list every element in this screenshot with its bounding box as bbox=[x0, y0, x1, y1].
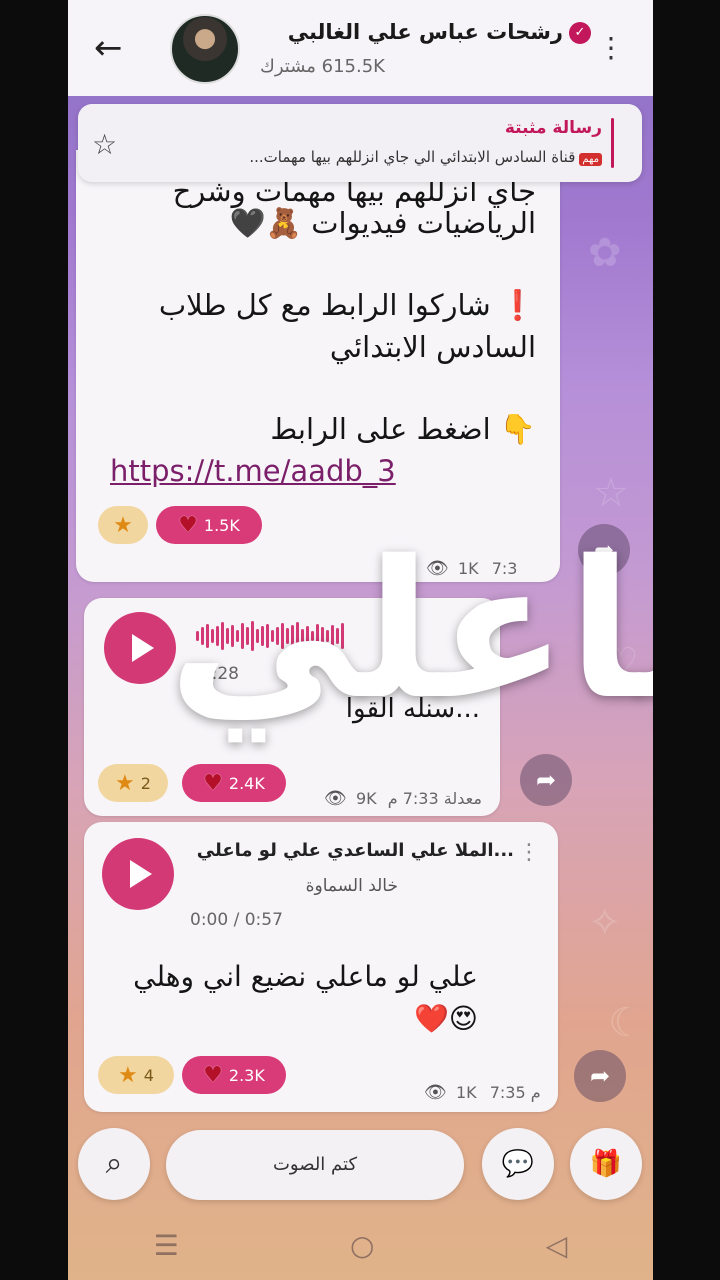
message-text-line: السادس الابتدائي bbox=[329, 330, 536, 364]
gift-button[interactable]: 🎁 bbox=[570, 1128, 642, 1200]
menu-dots-icon[interactable]: ⋮ bbox=[597, 30, 625, 66]
heart-reaction[interactable]: ♥ 2.3K bbox=[182, 1056, 286, 1094]
view-count: 9K bbox=[355, 789, 377, 808]
heart-icon: ♥ bbox=[203, 1062, 223, 1088]
comments-button[interactable]: 💬 bbox=[482, 1128, 554, 1200]
recents-icon[interactable]: ☰ bbox=[154, 1229, 179, 1262]
star-reaction[interactable]: ★ 2 bbox=[98, 764, 168, 802]
search-icon: ⌕ bbox=[105, 1146, 123, 1181]
message-bubble-3[interactable]: ...الملا علي الساعدي علي لو ماعلي ⋮ خالد… bbox=[84, 822, 558, 1112]
chat-header: ← ✓ رشحات عباس علي الغالبي 615.5K مشترك ⋮ bbox=[68, 0, 653, 96]
more-options-icon[interactable]: ⋮ bbox=[518, 840, 540, 865]
message-text-line: علي لو ماعلي نضيع اني وهلي bbox=[133, 960, 478, 993]
reaction-count: 2 bbox=[140, 773, 151, 793]
message-time: 7:35 م bbox=[489, 1083, 541, 1102]
moon-doodle-icon: ☾ bbox=[608, 1000, 644, 1046]
pinned-preview: قناة السادس الابتدائي الي جاي انزللهم بي… bbox=[249, 148, 576, 166]
pinned-label: رسالة مثبتة bbox=[504, 118, 602, 138]
share-icon: ➦ bbox=[589, 1062, 611, 1090]
subscriber-count: 615.5K مشترك bbox=[260, 56, 385, 77]
message-text-line: الرياضيات فيديوات 🧸🖤 bbox=[229, 206, 536, 240]
pinned-indicator-bar bbox=[611, 118, 614, 168]
message-text-line: ❗️ شاركوا الرابط مع كل طلاب bbox=[158, 288, 536, 322]
pinned-message-banner[interactable]: رسالة مثبتة مهمقناة السادس الابتدائي الي… bbox=[78, 104, 642, 182]
reaction-count: 4 bbox=[143, 1065, 154, 1085]
comment-icon: 💬 bbox=[501, 1149, 535, 1179]
audio-title: ...الملا علي الساعدي علي لو ماعلي bbox=[196, 840, 514, 861]
audio-progress: 0:00 / 0:57 bbox=[190, 910, 283, 930]
mute-button[interactable]: كتم الصوت bbox=[166, 1130, 464, 1200]
right-black-border bbox=[653, 0, 720, 1280]
pinned-list-icon[interactable]: ☆ bbox=[92, 128, 117, 161]
reaction-count: 2.3K bbox=[228, 1065, 265, 1085]
message-time: معدلة 7:33 م bbox=[387, 789, 482, 808]
share-button[interactable]: ➦ bbox=[574, 1050, 626, 1102]
message-bubble-1[interactable]: جاي انزللهم بيها مهمات وشرح الرياضيات في… bbox=[76, 150, 560, 582]
search-button[interactable]: ⌕ bbox=[78, 1128, 150, 1200]
chat-screen: ✿ ☆ ♡ ✧ ☾ جاي انزللهم بيها مهمات وشرح ال… bbox=[68, 0, 653, 1280]
star-icon: ★ bbox=[113, 512, 133, 538]
leaf-doodle-icon: ✿ bbox=[588, 230, 622, 276]
pinned-text: مهمقناة السادس الابتدائي الي جاي انزللهم… bbox=[152, 148, 602, 166]
channel-link[interactable]: https://t.me/aadb_3 bbox=[110, 454, 396, 488]
heart-icon: ♥ bbox=[203, 770, 223, 796]
eye-icon: 👁 bbox=[424, 1082, 447, 1103]
system-navbar: ☰ ○ ◁ bbox=[68, 1210, 653, 1280]
share-button[interactable]: ➦ bbox=[520, 754, 572, 806]
important-tag: مهم bbox=[579, 153, 602, 166]
star-reaction[interactable]: ★ 4 bbox=[98, 1056, 174, 1094]
audio-artist: خالد السماوة bbox=[305, 876, 398, 896]
message-meta: 👁 9K معدلة 7:33 م bbox=[324, 788, 482, 809]
star-doodle-icon-2: ✧ bbox=[588, 900, 622, 946]
message-meta: 👁 1K 7:35 م bbox=[424, 1082, 541, 1103]
star-reaction[interactable]: ★ bbox=[98, 506, 148, 544]
home-icon[interactable]: ○ bbox=[350, 1229, 374, 1262]
heart-reaction[interactable]: ♥ 2.4K bbox=[182, 764, 286, 802]
message-text-line: 👇 اضغط على الرابط bbox=[270, 412, 536, 446]
channel-name: رشحات عباس علي الغالبي bbox=[287, 20, 563, 44]
star-icon: ★ bbox=[115, 770, 135, 796]
play-button[interactable] bbox=[104, 612, 176, 684]
play-button[interactable] bbox=[102, 838, 174, 910]
avatar[interactable] bbox=[170, 14, 240, 84]
reaction-count: 2.4K bbox=[228, 773, 265, 793]
left-black-border bbox=[0, 0, 68, 1280]
eye-icon: 👁 bbox=[324, 788, 347, 809]
view-count: 1K bbox=[455, 1083, 477, 1102]
star-icon: ★ bbox=[118, 1062, 138, 1088]
overlay-caption: ياعلي bbox=[168, 520, 653, 741]
channel-title[interactable]: ✓ رشحات عباس علي الغالبي bbox=[288, 20, 591, 44]
message-emoji-line: 😍❤️ bbox=[413, 1002, 478, 1035]
verified-badge-icon: ✓ bbox=[569, 22, 591, 44]
back-nav-icon[interactable]: ◁ bbox=[546, 1229, 568, 1262]
star-doodle-icon: ☆ bbox=[593, 470, 629, 516]
gift-icon: 🎁 bbox=[589, 1149, 623, 1179]
share-icon: ➦ bbox=[535, 766, 557, 794]
back-arrow-icon[interactable]: ← bbox=[94, 30, 130, 66]
